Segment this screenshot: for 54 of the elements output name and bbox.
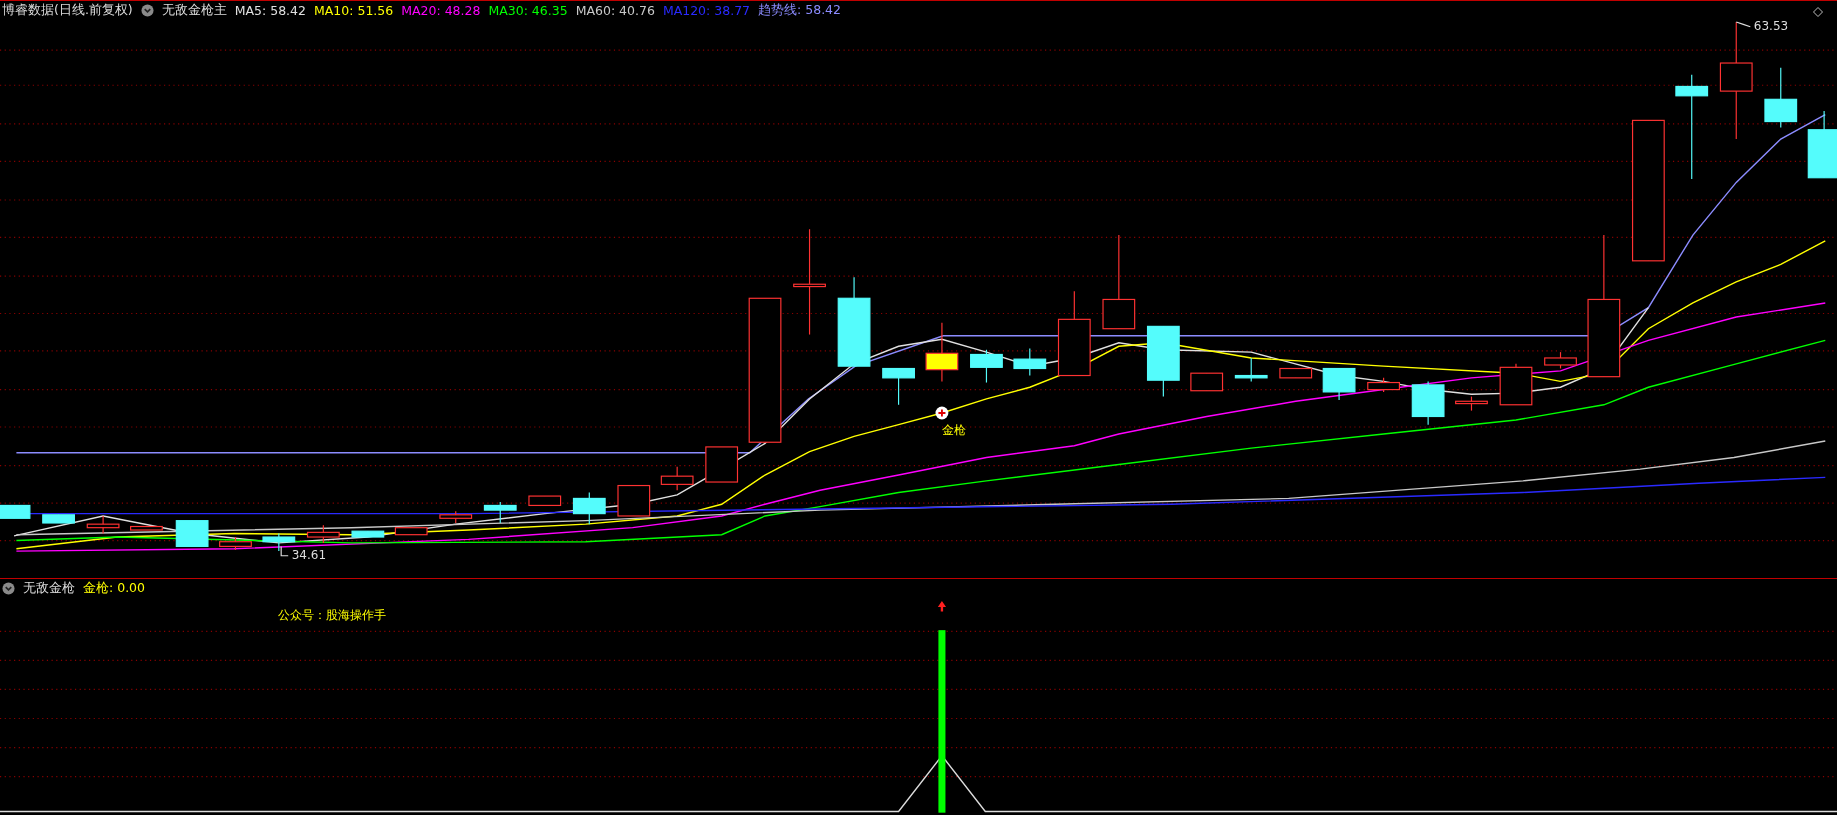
candlestick [1367,377,1400,393]
candlestick [1764,67,1798,128]
candlestick [528,495,562,507]
leader-line [280,545,289,557]
dropdown-icon[interactable] [2,582,15,595]
stock-title: 博睿数据(日线.前复权) [2,2,133,19]
indicator-name: 无敌金枪主 [161,2,227,19]
note-text: 公众号：股海操作手 [277,607,386,625]
candlestick [970,349,1003,384]
leader-line [1735,21,1751,28]
candlestick [483,501,517,524]
candlestick [219,536,252,551]
diamond-icon[interactable] [1813,7,1823,17]
candlestick [439,510,473,524]
signal-label: 金枪 [941,421,966,439]
candlestick [0,504,31,519]
plus-icon [935,406,949,420]
indicator-value: 金枪: 0.00 [83,580,146,597]
candlestick [660,466,694,491]
indicator-name: 无敌金枪 [23,580,75,597]
candlestick [394,527,428,536]
candlestick [1455,396,1488,412]
indicator-value: 趋势线: 58.42 [758,2,842,19]
candlestick [1190,372,1224,392]
indicator-value: MA5: 58.42 [234,3,306,18]
indicator-value: MA120: 38.77 [662,3,751,18]
price-label: 34.61 [291,548,327,563]
candlestick [351,530,385,538]
candlestick [882,367,915,406]
candlestick [617,484,651,517]
candlestick [1544,351,1577,370]
candlestick [1499,363,1533,406]
candlestick [130,525,163,531]
dropdown-icon[interactable] [140,4,154,17]
indicator-value: MA30: 46.35 [488,3,568,18]
indicator-value: MA60: 40.76 [575,3,655,18]
candlestick [705,446,739,483]
indicator-value: MA10: 51.56 [314,3,394,18]
candlestick [42,514,75,524]
candlestick [306,524,340,544]
arrow-icon [937,601,947,612]
candlestick [1234,357,1268,382]
candlestick [925,322,959,382]
candlestick [1807,110,1837,179]
candlestick [1279,367,1313,379]
candlestick [1013,348,1047,377]
price-label: 63.53 [1753,18,1789,33]
candlestick [1322,367,1356,401]
indicator-value: MA20: 48.28 [401,3,481,18]
candlestick [86,515,120,535]
candlestick [1411,380,1445,426]
candlestick [262,532,296,552]
candlestick [572,491,606,525]
candlestick [175,520,209,547]
